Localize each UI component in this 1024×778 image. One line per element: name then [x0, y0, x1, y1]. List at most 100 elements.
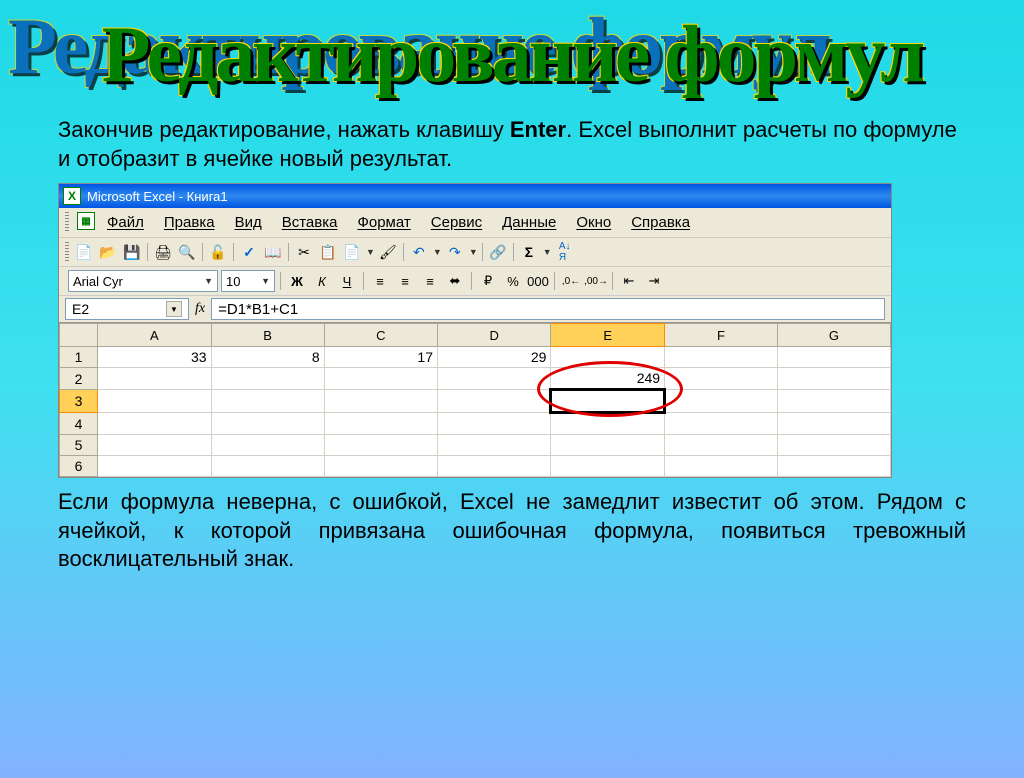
paste-icon[interactable]: 📄 [341, 241, 363, 263]
decrease-decimal-icon[interactable]: ,00→ [585, 270, 607, 292]
cell[interactable]: 17 [324, 347, 437, 368]
font-name-select[interactable]: Arial Cyr▼ [68, 270, 218, 292]
cell[interactable] [438, 413, 551, 435]
grip-icon[interactable] [65, 212, 69, 233]
underline-button[interactable]: Ч [336, 270, 358, 292]
menu-help[interactable]: Справка [623, 212, 698, 233]
cell[interactable] [211, 435, 324, 456]
cell[interactable]: 33 [98, 347, 211, 368]
bold-button[interactable]: Ж [286, 270, 308, 292]
cell[interactable] [211, 368, 324, 390]
cell[interactable] [98, 390, 211, 413]
spell-icon[interactable]: ✓ [238, 241, 260, 263]
fx-icon[interactable]: fx [195, 301, 205, 317]
menu-data[interactable]: Данные [494, 212, 564, 233]
cell[interactable] [551, 456, 665, 477]
cell[interactable] [98, 435, 211, 456]
font-size-select[interactable]: 10▼ [221, 270, 275, 292]
cell[interactable] [551, 413, 665, 435]
grip-icon[interactable] [65, 242, 69, 262]
cell[interactable] [211, 413, 324, 435]
cell[interactable] [324, 368, 437, 390]
cell[interactable] [777, 368, 890, 390]
cell[interactable] [665, 368, 778, 390]
menu-edit[interactable]: Правка [156, 212, 223, 233]
cell[interactable] [324, 390, 437, 413]
col-header[interactable]: A [98, 324, 211, 347]
align-center-icon[interactable]: ≡ [394, 270, 416, 292]
cell[interactable]: 29 [438, 347, 551, 368]
comma-icon[interactable]: 000 [527, 270, 549, 292]
cell[interactable] [777, 413, 890, 435]
cell[interactable]: 249 [551, 368, 665, 390]
cut-icon[interactable]: ✂ [293, 241, 315, 263]
hyperlink-icon[interactable]: 🔗 [487, 241, 509, 263]
undo-icon[interactable]: ↶ [408, 241, 430, 263]
cell[interactable]: 8 [211, 347, 324, 368]
new-icon[interactable]: 📄 [73, 241, 95, 263]
worksheet-icon[interactable]: ▦ [77, 212, 95, 230]
copy-icon[interactable]: 📋 [317, 241, 339, 263]
italic-button[interactable]: К [311, 270, 333, 292]
research-icon[interactable]: 📖 [262, 241, 284, 263]
align-right-icon[interactable]: ≡ [419, 270, 441, 292]
cell[interactable] [324, 456, 437, 477]
cell[interactable] [665, 456, 778, 477]
percent-icon[interactable]: % [502, 270, 524, 292]
save-icon[interactable]: 💾 [121, 241, 143, 263]
cell[interactable] [98, 368, 211, 390]
col-header[interactable]: F [665, 324, 778, 347]
formula-input[interactable]: =D1*B1+C1 [211, 298, 885, 320]
row-header[interactable]: 1 [60, 347, 98, 368]
cell[interactable] [665, 347, 778, 368]
cell[interactable] [211, 390, 324, 413]
decrease-indent-icon[interactable]: ⇤ [618, 270, 640, 292]
redo-icon[interactable]: ↷ [444, 241, 466, 263]
col-header[interactable]: G [777, 324, 890, 347]
open-icon[interactable]: 📂 [97, 241, 119, 263]
cell[interactable] [438, 456, 551, 477]
menu-insert[interactable]: Вставка [274, 212, 346, 233]
chevron-down-icon[interactable]: ▼ [166, 301, 182, 317]
cell[interactable] [777, 347, 890, 368]
row-header[interactable]: 6 [60, 456, 98, 477]
cell[interactable] [211, 456, 324, 477]
sort-icon[interactable]: А↓Я [554, 241, 576, 263]
cell[interactable] [551, 347, 665, 368]
cell[interactable] [665, 435, 778, 456]
row-header[interactable]: 5 [60, 435, 98, 456]
col-header[interactable]: C [324, 324, 437, 347]
menu-tools[interactable]: Сервис [423, 212, 490, 233]
menu-window[interactable]: Окно [568, 212, 619, 233]
increase-indent-icon[interactable]: ⇥ [643, 270, 665, 292]
col-header[interactable]: B [211, 324, 324, 347]
menu-file[interactable]: Файл [99, 212, 152, 233]
increase-decimal-icon[interactable]: ,0← [560, 270, 582, 292]
cell[interactable] [98, 456, 211, 477]
align-left-icon[interactable]: ≡ [369, 270, 391, 292]
row-header[interactable]: 2 [60, 368, 98, 390]
cell[interactable] [438, 435, 551, 456]
menu-view[interactable]: Вид [227, 212, 270, 233]
format-painter-icon[interactable]: 🖌 [377, 241, 399, 263]
cell[interactable] [551, 435, 665, 456]
cell[interactable] [438, 368, 551, 390]
currency-icon[interactable]: ₽ [477, 270, 499, 292]
cell[interactable] [777, 456, 890, 477]
select-all-corner[interactable] [60, 324, 98, 347]
merge-icon[interactable]: ⬌ [444, 270, 466, 292]
row-header-selected[interactable]: 3 [60, 390, 98, 413]
permission-icon[interactable]: 🔓 [207, 241, 229, 263]
cell[interactable] [777, 390, 890, 413]
cell[interactable] [665, 413, 778, 435]
preview-icon[interactable]: 🔍 [176, 241, 198, 263]
cell[interactable] [438, 390, 551, 413]
print-icon[interactable]: 🖨 [152, 241, 174, 263]
cell[interactable] [324, 435, 437, 456]
worksheet-grid[interactable]: A B C D E F G 1 33 8 17 29 2 [59, 323, 891, 477]
cell[interactable] [665, 390, 778, 413]
col-header-selected[interactable]: E [551, 324, 665, 347]
cell[interactable] [98, 413, 211, 435]
menu-format[interactable]: Формат [349, 212, 418, 233]
name-box[interactable]: E2 ▼ [65, 298, 189, 320]
